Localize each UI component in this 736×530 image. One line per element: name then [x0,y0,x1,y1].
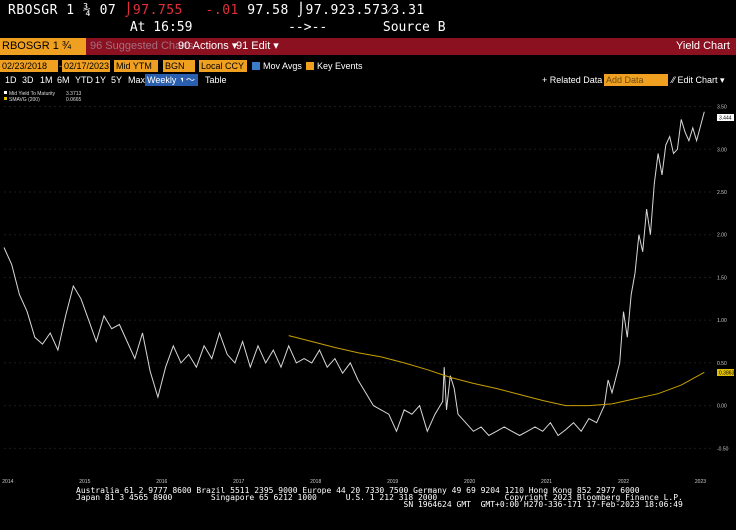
mid-ytm-line [3,111,705,437]
x-tick-label: 2019 [387,479,398,484]
security-ticker-box[interactable]: RBOSGR 1 ¾ 07/08 [0,38,86,69]
related-data-button[interactable]: + Related Data ▾ [542,74,609,86]
quote-subheader: At 16:59 -->-- Source B [8,20,446,35]
quote-header: RBOSGR 1 ¾ 07 ⌡97.755 -.01 97.58 ⌡97.923… [8,2,425,18]
x-tick-label: 2014 [2,479,13,484]
period-5y-tab[interactable]: 5Y [111,74,122,86]
edit-chart-label: Edit Chart ▾ [677,75,725,85]
x-tick-label: 2016 [156,479,167,484]
table-button[interactable]: Table [205,74,227,86]
legend-smavg-name: SMAVG (200) [9,97,40,103]
x-tick-label: 2015 [79,479,90,484]
y-tick-label: 2.00 [717,233,727,239]
legend-swatch-smavg [4,97,7,100]
last-value-tags: 3.444 0.3863 [717,114,735,377]
y-tick-label: 1.00 [717,318,727,324]
tick-direction: -->-- [288,20,328,35]
bid-price: 97.58 [247,3,289,18]
pricing-source-field[interactable]: BGN [163,60,195,72]
chart-series [3,111,705,437]
footer-line-3: SN 1964624 GMT GMT+0:00 H270-336-171 17-… [76,500,683,509]
yield-chart[interactable]: Mid Yield To Maturity 3.3713 SMAVG (200)… [0,88,736,484]
add-data-input[interactable]: Add Data [604,74,668,86]
y-tick-label: 3.50 [717,105,727,111]
end-date-field[interactable]: 02/17/2023 [62,60,110,72]
y-tick-label: -0.50 [717,446,729,452]
x-axis: 2014 2015 2016 2017 2018 2019 2020 2021 2022 2023 [2,479,706,484]
legend-smavg-value: 0.0665 [66,97,82,103]
y-tick-label: 1.50 [717,275,727,281]
period-3d-tab[interactable]: 3D [22,74,34,86]
last-value-label-ytm: 3.444 [719,116,732,122]
y-tick-label: 0.50 [717,361,727,367]
mov-avgs-toggle[interactable]: Mov Avgs [252,60,302,72]
last-value-label-smavg: 0.3863 [719,371,735,377]
maturity-text: 07 [99,3,117,18]
checkbox-unchecked-icon [306,62,314,70]
x-tick-label: 2023 [695,479,706,484]
ticker-text: RBOSGR 1 [8,3,75,18]
view-title: Yield Chart [675,40,730,52]
edit-menu-button[interactable]: 91 Edit ▾ [236,38,279,55]
y-tick-label: 2.50 [717,190,727,196]
edit-chart-button[interactable]: ⁄⁄ Edit Chart ▾ [672,74,725,86]
key-events-toggle[interactable]: Key Events [306,60,363,72]
mov-avgs-label: Mov Avgs [263,61,302,71]
actions-menu-button[interactable]: 90 Actions ▾ [178,38,237,55]
period-6m-tab[interactable]: 6M [57,74,70,86]
period-max-tab[interactable]: Max [128,74,145,86]
last-price: ⌡97.755 [124,3,183,18]
y-axis: 3.50 3.00 2.50 2.00 1.50 1.00 0.50 0.00 -0.50 [717,105,729,453]
chart-type-icon[interactable]: 〜 [183,74,199,86]
x-tick-label: 2018 [310,479,321,484]
x-tick-label: 2022 [618,479,629,484]
x-tick-label: 2017 [233,479,244,484]
smavg-line [288,335,705,407]
bid-ask-size: .573⁄3.31 [355,3,425,18]
terminal-footer: Australia 61 2 9777 8600 Brazil 5511 239… [76,487,683,509]
checkbox-checked-icon [252,62,260,70]
period-ytd-tab[interactable]: YTD [75,74,93,86]
quote-source: Source B [382,20,446,35]
x-tick-label: 2021 [541,479,552,484]
key-events-label: Key Events [317,61,363,71]
period-1d-tab[interactable]: 1D [5,74,17,86]
currency-selector[interactable]: Local CCY [199,60,247,72]
y-tick-label: 0.00 [717,404,727,410]
period-1m-tab[interactable]: 1M [40,74,53,86]
chart-legend: Mid Yield To Maturity 3.3713 SMAVG (200)… [4,91,82,103]
x-tick-label: 2020 [464,479,475,484]
start-date-field[interactable]: 02/23/2018 [0,60,58,72]
function-toolbar: RBOSGR 1 ¾ 07/08 96 Suggested Charts 90 … [0,38,736,69]
ask-price: ⌡97.923 [297,3,356,18]
coupon-fraction: ¾ [82,3,92,18]
price-change: -.01 [205,3,239,18]
period-1y-tab[interactable]: 1Y [95,74,106,86]
field-selector[interactable]: Mid YTM [114,60,158,72]
quote-time: At 16:59 [129,20,193,35]
legend-swatch-mid-ytm [4,91,7,94]
y-tick-label: 3.00 [717,147,727,153]
